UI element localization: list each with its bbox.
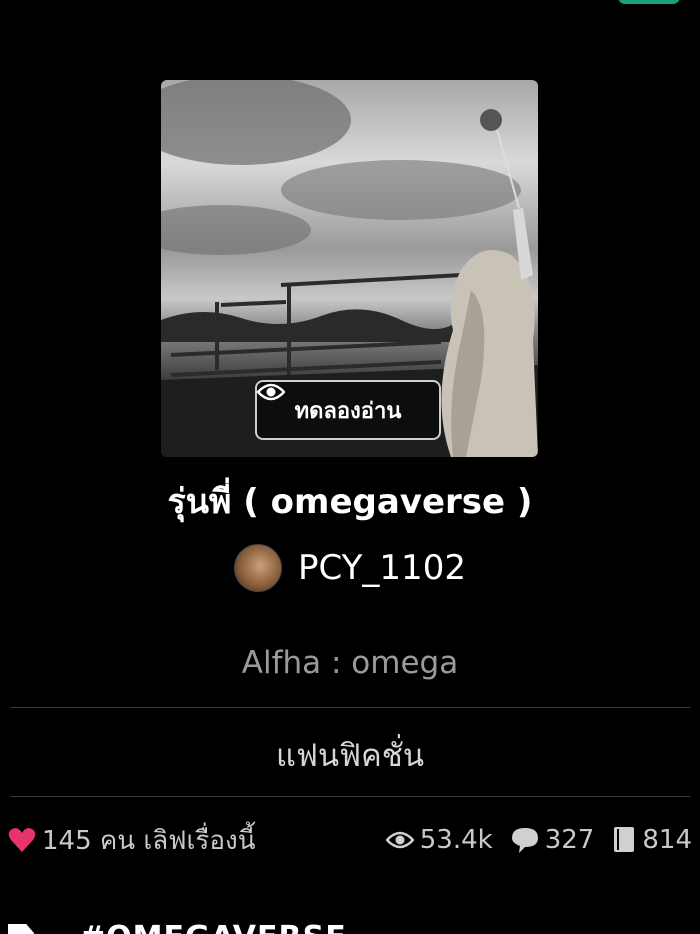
preview-read-button[interactable]: ทดลองอ่าน — [255, 380, 441, 440]
views-count: 53.4k — [419, 825, 493, 855]
author-name[interactable]: PCY_1102 — [298, 548, 466, 588]
story-category[interactable]: แฟนฟิคชั่น — [0, 730, 700, 780]
author-avatar[interactable] — [234, 544, 283, 592]
document-icon — [8, 924, 34, 934]
bottom-partial-row: #OMEGAVERSE — [0, 918, 700, 934]
author-row[interactable]: PCY_1102 — [0, 544, 700, 592]
top-action-pill[interactable] — [618, 0, 680, 4]
divider — [10, 707, 690, 708]
eye-icon — [385, 831, 414, 849]
chapters-count: 814 — [642, 825, 692, 855]
story-title: รุ่นพี่ ( omegaverse ) — [167, 482, 533, 522]
partial-hashtag-text: #OMEGAVERSE — [80, 920, 347, 934]
chapters-stat: 814 — [612, 825, 692, 855]
likes-text: 145 คน เลิฟเรื่องนี้ — [42, 825, 256, 856]
likes-stat[interactable]: 145 คน เลิฟเรื่องนี้ — [8, 820, 255, 861]
preview-read-label: ทดลองอ่าน — [294, 398, 402, 424]
eye-icon — [257, 383, 285, 401]
comments-stat[interactable]: 327 — [511, 825, 595, 855]
book-icon — [614, 827, 635, 852]
cover-image: ทดลองอ่าน — [161, 80, 538, 457]
views-stat: 53.4k — [385, 825, 493, 855]
stats-bar: 145 คน เลิฟเรื่องนี้ 53.4k 327 814 — [8, 820, 692, 860]
comments-count: 327 — [544, 825, 595, 855]
divider — [10, 796, 690, 797]
story-tagline: Alfha : omega — [241, 645, 459, 681]
heart-icon — [8, 828, 36, 852]
comment-bubble-icon — [511, 828, 538, 853]
